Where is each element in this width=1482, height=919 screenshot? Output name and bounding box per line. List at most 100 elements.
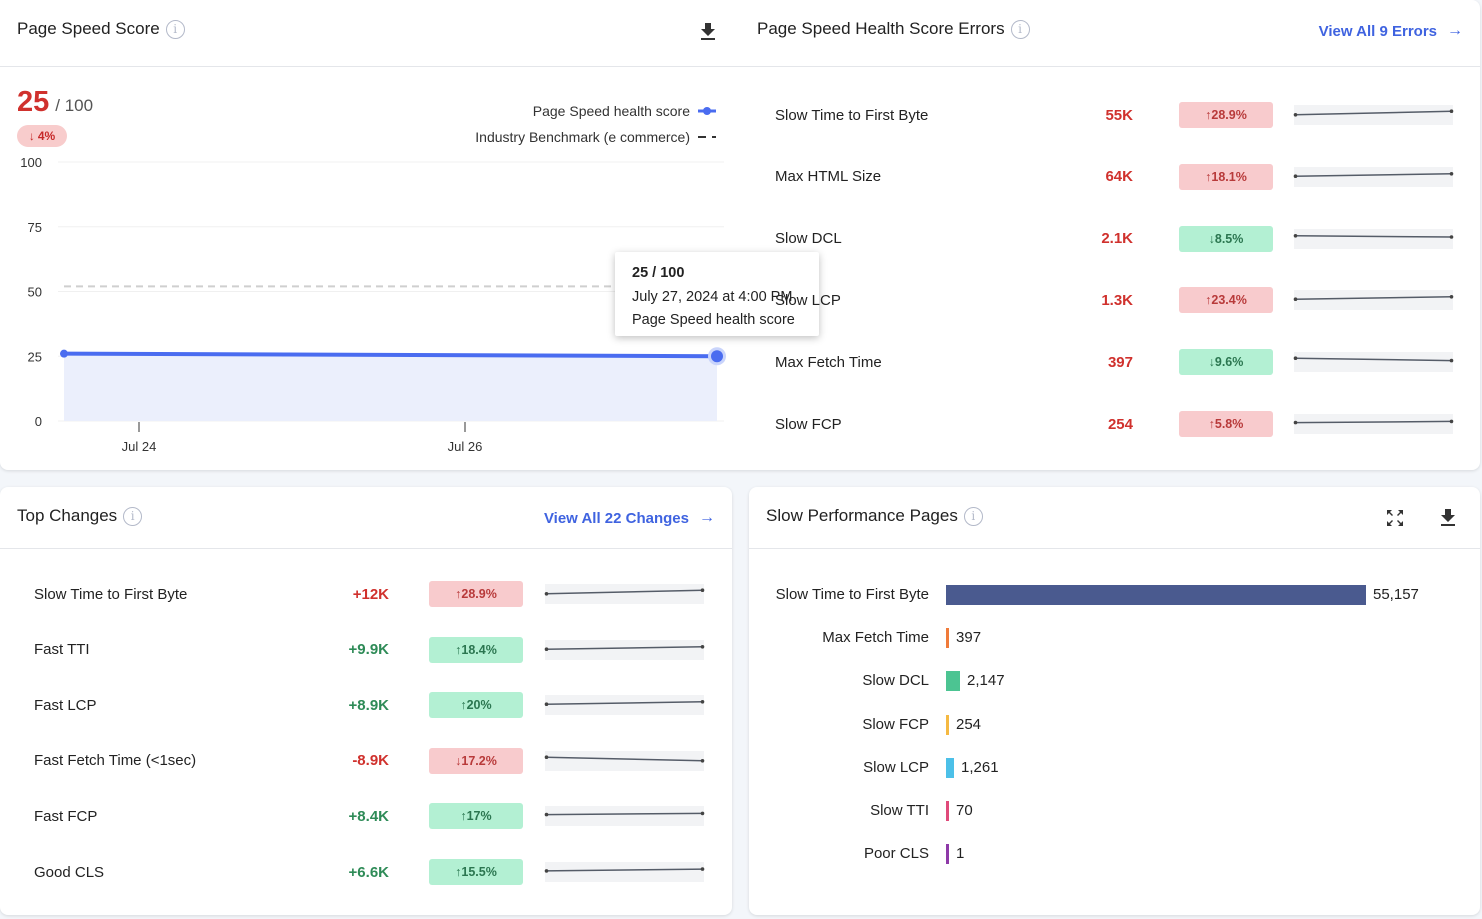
sparkline-point	[1293, 297, 1298, 302]
metric-row[interactable]: Fast FCP +8.4K ↑ 17%	[0, 801, 732, 831]
metric-row[interactable]: Fast LCP +8.9K ↑ 20%	[0, 690, 732, 720]
metric-value: +12K	[352, 585, 389, 603]
sparkline-bg	[1294, 290, 1453, 311]
sparkline-bg	[545, 862, 704, 882]
sparkline-point	[700, 811, 705, 816]
sparkline-point	[1293, 420, 1298, 425]
sparkline-point	[1293, 113, 1298, 117]
bar-label: Max Fetch Time	[822, 629, 929, 647]
top-changes-title: Top Changes i	[17, 506, 143, 526]
metric-label: Slow LCP	[775, 291, 841, 309]
metric-value: 397	[1107, 353, 1133, 371]
bar[interactable]	[946, 844, 949, 865]
sparkline	[1293, 105, 1454, 125]
metric-row[interactable]: Slow DCL 2.1K ↓ 8.5%	[0, 224, 1480, 254]
bar-value-label: 397	[956, 629, 982, 647]
bar[interactable]	[946, 628, 950, 649]
sparkline-bg	[1294, 414, 1453, 434]
arrow-right-icon: →	[1447, 22, 1463, 39]
change-badge: ↓ 8.5%	[1179, 225, 1273, 252]
metric-label: Good CLS	[34, 863, 105, 881]
download-button[interactable]	[1437, 507, 1459, 529]
info-icon[interactable]: i	[123, 506, 143, 526]
change-badge: ↑ 23.4%	[1179, 287, 1273, 314]
sparkline-point	[544, 702, 549, 707]
metric-row[interactable]: Max Fetch Time 397 ↓ 9.6%	[0, 347, 1480, 377]
legend-dashed-line-icon	[698, 136, 716, 138]
metric-label: Slow DCL	[775, 230, 842, 248]
bar[interactable]	[946, 714, 949, 735]
expand-button[interactable]	[1384, 507, 1406, 529]
sparkline-point	[1449, 295, 1454, 299]
metric-label: Max Fetch Time	[775, 353, 882, 371]
metric-row[interactable]: Slow LCP 1.3K ↑ 23.4%	[0, 285, 1480, 315]
x-tick-label: Jul 24	[122, 439, 157, 454]
metric-row[interactable]: Slow Time to First Byte 55K ↑ 28.9%	[0, 100, 1480, 130]
sparkline-point	[544, 813, 549, 817]
sparkline-point	[1449, 419, 1454, 424]
legend-item-benchmark[interactable]: Industry Benchmark (e commerce)	[475, 129, 716, 145]
info-icon[interactable]: i	[1010, 19, 1030, 39]
sparkline	[544, 862, 705, 882]
download-icon	[701, 23, 715, 40]
info-icon[interactable]: i	[963, 506, 983, 526]
expand-icon	[1387, 510, 1403, 526]
download-icon	[1441, 509, 1455, 526]
metric-value: 55K	[1105, 106, 1133, 124]
change-badge: ↑ 28.9%	[429, 581, 523, 607]
sparkline	[1293, 166, 1454, 187]
bar-label: Poor CLS	[863, 845, 929, 863]
metric-row[interactable]: Slow Time to First Byte +12K ↑ 28.9%	[0, 579, 732, 609]
bar[interactable]	[946, 585, 1366, 605]
change-badge: ↓ 9.6%	[1179, 349, 1273, 376]
view-all-changes-link[interactable]: View All 22 Changes →	[544, 509, 715, 527]
bar-value-label: 70	[956, 802, 973, 819]
sparkline-bg	[1294, 228, 1453, 249]
sparkline-point	[544, 646, 549, 651]
bar-label: Slow FCP	[862, 715, 929, 733]
sparkline-point	[700, 644, 705, 649]
bar-label: Slow LCP	[863, 758, 929, 776]
metric-row[interactable]: Max HTML Size 64K ↑ 18.1%	[0, 162, 1480, 192]
view-all-errors-link[interactable]: View All 9 Errors →	[1319, 22, 1463, 40]
change-badge: ↑ 18.4%	[429, 636, 523, 663]
sparkline-bg	[545, 695, 704, 716]
sparkline	[544, 750, 705, 771]
sparkline	[544, 639, 705, 660]
top-card: Page Speed Score i Page Speed Health Sco…	[0, 0, 1480, 470]
metric-row[interactable]: Fast TTI +9.9K ↑ 18.4%	[0, 635, 732, 665]
bar-value-label: 1,261	[961, 758, 999, 776]
metric-row[interactable]: Slow FCP 254 ↑ 5.8%	[0, 409, 1480, 439]
metric-value: 2.1K	[1101, 230, 1133, 248]
bar[interactable]	[946, 757, 954, 778]
bar-label: Slow TTI	[870, 802, 929, 819]
bar-value-label: 55,157	[1373, 586, 1419, 603]
slow-pages-card: Slow Performance Pages i Slow Time to Fi…	[749, 487, 1480, 915]
sparkline-point	[1449, 171, 1454, 176]
sparkline-point	[1293, 356, 1298, 361]
metric-value: -8.9K	[352, 752, 389, 770]
sparkline-point	[544, 869, 549, 873]
bar[interactable]	[946, 801, 949, 821]
sparkline-point	[700, 758, 705, 763]
metric-value: 254	[1107, 415, 1133, 433]
sparkline-point	[1449, 234, 1454, 239]
metric-row[interactable]: Good CLS +6.6K ↑ 15.5%	[0, 857, 732, 887]
sparkline-point	[1293, 233, 1298, 238]
page-speed-score-title: Page Speed Score i	[17, 19, 185, 39]
info-icon[interactable]: i	[165, 19, 185, 39]
bar-value-label: 2,147	[967, 672, 1005, 690]
download-button[interactable]	[697, 21, 719, 43]
metric-value: +8.4K	[348, 807, 389, 825]
change-badge: ↑ 15.5%	[429, 859, 523, 885]
sparkline-point	[700, 867, 705, 871]
change-badge: ↑ 17%	[429, 803, 523, 830]
sparkline-point	[544, 592, 549, 596]
header-divider	[749, 548, 1480, 549]
change-badge: ↑ 5.8%	[1179, 411, 1273, 437]
bar[interactable]	[946, 671, 960, 692]
arrow-down-icon: ↓	[28, 129, 35, 143]
metric-label: Fast LCP	[34, 696, 97, 714]
sparkline	[544, 695, 705, 716]
metric-row[interactable]: Fast Fetch Time (<1sec) -8.9K ↓ 17.2%	[0, 746, 732, 776]
